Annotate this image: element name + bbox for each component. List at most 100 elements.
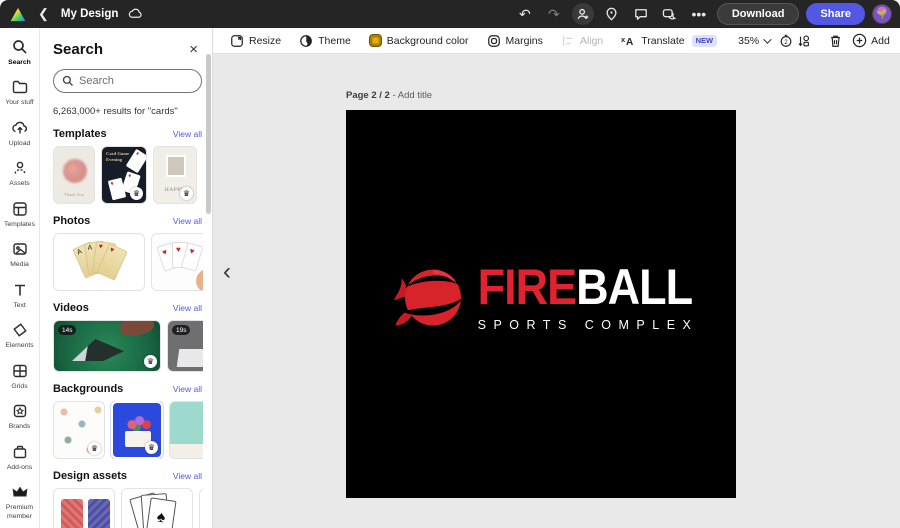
premium-crown-badge-icon (145, 441, 158, 454)
section-title: Design assets (53, 470, 127, 482)
back-chevron-icon[interactable]: ❮ (36, 6, 51, 22)
folder-icon (11, 78, 29, 96)
premium-crown-badge-icon (88, 442, 101, 455)
background-thumbnail[interactable] (53, 401, 105, 459)
translate-label: Translate (641, 34, 685, 47)
logo-tagline: SPORTS COMPLEX (477, 317, 699, 332)
flower-art (63, 159, 87, 183)
view-all-link[interactable]: View all (173, 303, 202, 313)
sidebar-item-label: Elements (5, 342, 34, 350)
background-color-swatch-icon (368, 34, 382, 47)
theme-label: Theme (318, 34, 351, 47)
timer-icon[interactable]: 2 (779, 31, 793, 51)
document-toolbar: Resize Theme Background color Margins Al… (213, 28, 900, 54)
resize-button[interactable]: Resize (223, 31, 288, 51)
crown-icon (11, 483, 29, 501)
person-lasso-icon (11, 159, 29, 177)
sidebar-item-media[interactable]: Media (1, 236, 39, 274)
close-icon[interactable]: × (185, 40, 202, 59)
add-label: Add (871, 34, 890, 47)
sidebar-item-elements[interactable]: Elements (1, 317, 39, 355)
text-icon (11, 281, 29, 299)
cloud-sync-icon (128, 7, 143, 22)
template-thumbnail[interactable]: Thank You (53, 146, 95, 204)
reorder-layers-icon[interactable] (797, 31, 811, 51)
translate-icon: xA (621, 35, 633, 47)
zoom-level-dropdown[interactable]: 35% (732, 32, 775, 50)
sidebar-item-label: Grids (11, 382, 28, 390)
margins-label: Margins (505, 34, 543, 47)
view-all-link[interactable]: View all (173, 384, 202, 394)
view-all-link[interactable]: View all (173, 216, 202, 226)
video-thumbnail[interactable]: 19s (167, 320, 203, 372)
previous-page-chevron[interactable]: ‹ (223, 260, 231, 284)
grids-icon (11, 362, 29, 380)
background-thumbnail[interactable] (110, 401, 164, 459)
templates-icon (11, 200, 29, 218)
sidebar-item-grids[interactable]: Grids (1, 358, 39, 396)
present-icon[interactable] (659, 3, 681, 25)
sidebar-item-premium[interactable]: Premium member (1, 479, 39, 526)
theme-button[interactable]: Theme (292, 31, 358, 51)
sidebar-item-brands[interactable]: Brands (1, 398, 39, 436)
fireball-logo: FIREBALL SPORTS COMPLEX (384, 257, 699, 341)
add-page-button[interactable]: Add (846, 30, 896, 51)
download-button[interactable]: Download (716, 3, 800, 25)
sidebar-item-your-stuff[interactable]: Your stuff (1, 74, 39, 112)
sidebar-item-upload[interactable]: Upload (1, 115, 39, 153)
sidebar-item-search[interactable]: Search (1, 34, 39, 72)
flame-icon (393, 269, 463, 326)
panel-scrollbar[interactable] (206, 54, 211, 214)
photo-thumbnail[interactable] (53, 233, 145, 291)
video-duration-badge: 14s (58, 325, 77, 335)
sidebar-item-add-ons[interactable]: Add-ons (1, 439, 39, 477)
sidebar-item-label: Premium member (5, 504, 34, 520)
add-collaborator-icon[interactable] (571, 3, 594, 25)
sidebar-item-label: Templates (4, 220, 35, 228)
comment-icon[interactable] (630, 3, 652, 25)
sidebar-item-text[interactable]: Text (1, 277, 39, 315)
translate-button[interactable]: xA Translate NEW (614, 31, 724, 50)
template-thumbnail[interactable]: HAPPY (153, 146, 197, 204)
background-color-button[interactable]: Background color (362, 31, 476, 50)
thumbnail-caption: Thank You (64, 192, 84, 197)
sidebar-item-label: Media (10, 261, 29, 269)
margins-icon (487, 34, 500, 47)
svg-text:2: 2 (784, 39, 788, 46)
top-header-bar: ❮ My Design ↶ ↷ ••• Download Share 🌱 (0, 0, 900, 28)
location-pin-icon[interactable] (601, 3, 623, 25)
delete-page-icon[interactable] (829, 31, 842, 51)
search-input[interactable] (79, 75, 193, 87)
premium-crown-badge-icon (144, 355, 157, 368)
design-asset-thumbnail[interactable] (53, 488, 115, 528)
sidebar-item-assets[interactable]: Assets (1, 155, 39, 193)
sidebar-item-templates[interactable]: Templates (1, 196, 39, 234)
more-options-icon[interactable]: ••• (688, 3, 710, 25)
share-button[interactable]: Share (806, 3, 865, 25)
page-label[interactable]: Page 2 / 2 - Add title (346, 90, 432, 101)
design-asset-thumbnail[interactable] (199, 488, 203, 528)
redo-icon[interactable]: ↷ (543, 3, 565, 25)
brands-icon (11, 402, 29, 420)
margins-button[interactable]: Margins (480, 31, 550, 51)
view-all-link[interactable]: View all (173, 129, 202, 139)
design-asset-thumbnail[interactable]: ♠ (121, 488, 193, 528)
page-number: Page 2 / 2 (346, 90, 390, 101)
background-thumbnail[interactable] (169, 401, 203, 459)
search-icon (62, 75, 73, 86)
user-avatar[interactable]: 🌱 (872, 4, 892, 24)
template-thumbnail[interactable]: Card Game Evening (101, 146, 147, 204)
undo-icon[interactable]: ↶ (514, 3, 536, 25)
add-ons-icon (11, 443, 29, 461)
background-color-label: Background color (386, 34, 469, 47)
design-canvas[interactable]: FIREBALL SPORTS COMPLEX (346, 110, 736, 498)
view-all-link[interactable]: View all (173, 471, 202, 481)
zoom-level-value: 35% (738, 34, 760, 47)
photo-thumbnail[interactable] (151, 233, 203, 291)
document-title[interactable]: My Design (61, 8, 119, 20)
canvas-stage: Resize Theme Background color Margins Al… (213, 28, 900, 528)
adobe-express-logo-icon[interactable] (10, 7, 26, 22)
video-thumbnail[interactable]: 14s (53, 320, 161, 372)
search-input-wrapper (53, 69, 202, 93)
sidebar-item-label: Search (8, 59, 31, 66)
